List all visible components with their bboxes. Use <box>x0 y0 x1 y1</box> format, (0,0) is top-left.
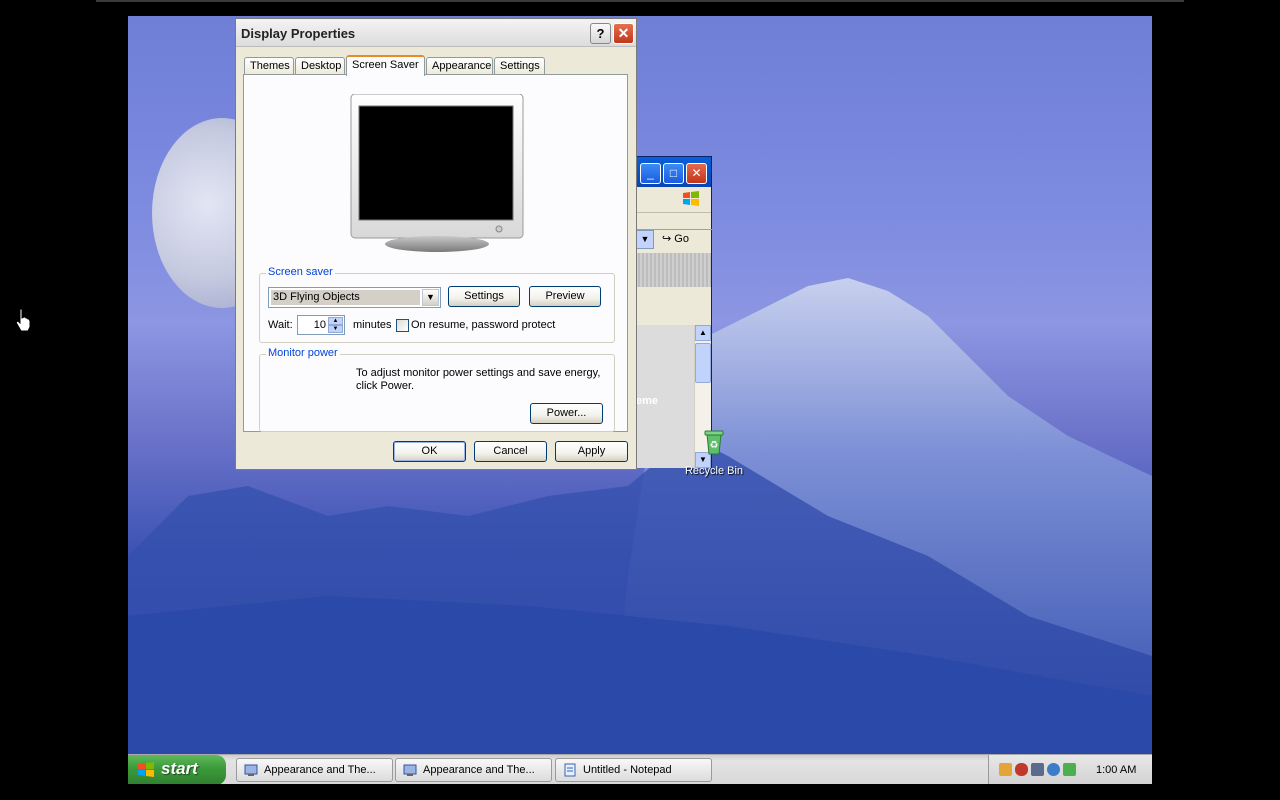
help-button[interactable]: ? <box>590 23 611 44</box>
network-icon[interactable] <box>999 763 1012 776</box>
top-edge-bar <box>96 0 1184 2</box>
wait-label: Wait: <box>268 319 293 331</box>
ok-button[interactable]: OK <box>393 441 466 462</box>
recycle-bin-label: Recycle Bin <box>684 465 744 477</box>
taskbar: start Appearance and The... Appearance a… <box>128 754 1152 784</box>
partial-text: eme <box>636 395 659 407</box>
screen-saver-group: Screen saver 3D Flying Objects ▼ Setting… <box>259 266 615 343</box>
chevron-down-icon[interactable]: ▼ <box>422 289 439 306</box>
close-button[interactable]: ✕ <box>686 163 707 184</box>
hand-cursor-icon <box>15 308 31 332</box>
password-protect-checkbox[interactable] <box>396 319 409 332</box>
settings-button[interactable]: Settings <box>448 286 520 307</box>
monitor-power-description: To adjust monitor power settings and sav… <box>356 367 601 392</box>
dialog-titlebar[interactable]: Display Properties ? ✕ <box>236 19 636 47</box>
display-properties-icon <box>403 764 417 776</box>
monitor-icon[interactable] <box>1031 763 1044 776</box>
wait-value: 10 <box>313 319 326 331</box>
screen-saver-group-label: Screen saver <box>266 266 335 278</box>
tab-themes[interactable]: Themes <box>244 57 294 75</box>
tab-settings[interactable]: Settings <box>494 57 545 75</box>
windows-logo-icon <box>683 191 699 206</box>
sync-icon[interactable] <box>1047 763 1060 776</box>
notepad-icon <box>564 763 576 777</box>
svg-text:♻: ♻ <box>710 440 719 451</box>
window-toolbar <box>636 187 711 213</box>
task-label: Untitled - Notepad <box>583 764 672 776</box>
tab-screen-saver[interactable]: Screen Saver <box>346 55 425 76</box>
toolbar-strip <box>636 253 711 287</box>
preview-button[interactable]: Preview <box>529 286 601 307</box>
monitor-power-group: Monitor power To adjust monitor power se… <box>259 347 615 432</box>
system-tray: 1:00 AM <box>988 755 1152 784</box>
minutes-label: minutes <box>353 319 392 331</box>
tab-appearance[interactable]: Appearance <box>426 57 493 75</box>
scroll-up-button[interactable]: ▲ <box>695 325 711 341</box>
display-properties-icon <box>244 764 258 776</box>
start-label: start <box>161 759 198 778</box>
go-button[interactable]: ↪ Go <box>662 232 689 245</box>
display-properties-dialog: Display Properties ? ✕ Themes Desktop Sc… <box>235 18 637 470</box>
power-button[interactable]: Power... <box>530 403 603 424</box>
task-label: Appearance and The... <box>264 764 376 776</box>
appearance-themes-window[interactable]: _ □ ✕ ▼ ↪ Go eme ▲ ▼ <box>636 156 712 468</box>
spinner-up-icon[interactable]: ▲ <box>328 317 343 325</box>
task-label: Appearance and The... <box>423 764 535 776</box>
go-arrow-icon: ↪ <box>662 233 672 245</box>
update-icon[interactable] <box>1063 763 1076 776</box>
screen-saver-panel: Screen saver 3D Flying Objects ▼ Setting… <box>243 74 628 432</box>
windows-flag-icon <box>138 762 154 777</box>
spinner-arrows[interactable]: ▲ ▼ <box>328 317 343 333</box>
screen-saver-select[interactable]: 3D Flying Objects ▼ <box>268 287 441 308</box>
taskbar-item-appearance-2[interactable]: Appearance and The... <box>395 758 552 782</box>
maximize-button[interactable]: □ <box>663 163 684 184</box>
address-dropdown-arrow[interactable]: ▼ <box>636 230 654 249</box>
spinner-down-icon[interactable]: ▼ <box>328 325 343 333</box>
window-titlebar[interactable]: _ □ ✕ <box>636 157 711 187</box>
wait-minutes-spinner[interactable]: 10 ▲ ▼ <box>297 315 345 335</box>
apply-button[interactable]: Apply <box>555 441 628 462</box>
recycle-bin[interactable]: ♻ Recycle Bin <box>682 426 746 477</box>
tab-desktop[interactable]: Desktop <box>295 57 345 75</box>
address-bar-area: ▼ ↪ Go <box>636 213 712 253</box>
security-shield-icon[interactable] <box>1015 763 1028 776</box>
monitor-power-group-label: Monitor power <box>266 347 340 359</box>
password-protect-label: On resume, password protect <box>411 319 556 331</box>
start-button[interactable]: start <box>128 755 226 784</box>
cancel-button[interactable]: Cancel <box>474 441 547 462</box>
screen-saver-select-value: 3D Flying Objects <box>271 290 420 305</box>
scroll-thumb[interactable] <box>695 343 711 383</box>
taskbar-item-notepad[interactable]: Untitled - Notepad <box>555 758 712 782</box>
minimize-button[interactable]: _ <box>640 163 661 184</box>
taskbar-item-appearance-1[interactable]: Appearance and The... <box>236 758 393 782</box>
close-button[interactable]: ✕ <box>613 23 634 44</box>
clock[interactable]: 1:00 AM <box>1096 764 1136 776</box>
go-label: Go <box>674 233 689 245</box>
dialog-title: Display Properties <box>241 26 356 41</box>
recycle-bin-icon: ♻ <box>704 430 724 455</box>
monitor-preview-icon <box>350 94 524 252</box>
desktop: _ □ ✕ ▼ ↪ Go eme ▲ ▼ ♻ Recycle Bin Displ… <box>128 16 1152 784</box>
